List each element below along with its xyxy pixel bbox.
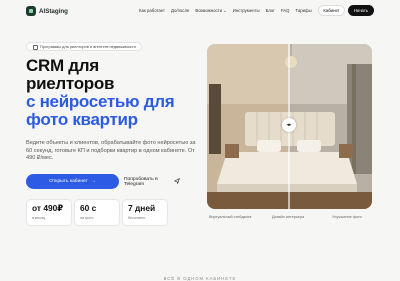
logo-icon [26,6,36,16]
nav-item-features[interactable]: Возможности ⌄ [195,8,226,14]
hero-description: Ведите объекты и клиентов, обрабатывайте… [26,140,196,162]
section-label: ВСЁ В ОДНОМ КАБИНЕТЕ [163,276,237,281]
caption-interior-design[interactable]: Дизайн интерьера [272,215,304,219]
cabinet-button[interactable]: Кабинет [318,5,345,16]
logo-text: AIStaging [39,7,68,15]
stat-trial: 7 дней бесплатно [122,199,168,226]
stat-value: от 490₽ [32,203,64,213]
nav-item-faq[interactable]: FAQ [281,8,290,14]
nav-item-tools[interactable]: Инструменты [233,8,260,14]
nav-item-how-it-works[interactable]: Как работает [139,8,165,14]
arrow-right-icon: → [90,179,96,184]
comparison-slider-handle[interactable]: ◂▸ [282,118,296,132]
stat-label: на фото [80,216,94,220]
telegram-button[interactable]: Попробовать в Telegram [124,174,180,189]
hero-title: CRM для риелторов с нейросетью для фото … [26,56,175,129]
hero-title-line-2: риелторов [26,74,115,93]
telegram-label: Попробовать в Telegram [124,176,158,187]
stat-price: от 490₽ в месяц [26,199,72,226]
badge-text: Программы для риелторов и агентств недви… [40,44,136,49]
arrows-horizontal-icon: ◂▸ [286,122,292,128]
audience-badge: Программы для риелторов и агентств недви… [26,42,142,51]
open-cabinet-button[interactable]: Открыть кабинет → [26,174,119,189]
hero-title-line-3: с нейросетью для [26,92,175,111]
send-icon [173,177,180,186]
stat-label: в месяц [32,216,46,220]
main-nav: Как работает До/после Возможности ⌄ Инст… [139,8,312,14]
start-button[interactable]: Начать [348,5,374,16]
stat-speed: 60 с на фото [74,199,120,226]
site-header: AIStaging Как работает До/после Возможно… [0,0,400,22]
caption-photo-enhance[interactable]: Улучшение фото [332,215,362,219]
nav-item-blog[interactable]: Блог [266,8,275,14]
nav-item-pricing[interactable]: Тарифы [295,8,311,14]
nav-item-before-after[interactable]: До/после [171,8,189,14]
hero-title-line-1: CRM для [26,56,99,75]
stat-label: бесплатно [128,216,146,220]
open-cabinet-label: Открыть кабинет [49,179,88,184]
logo[interactable]: AIStaging [26,6,68,16]
caption-virtual-staging[interactable]: Виртуальный стейджинг [209,215,252,219]
hero-title-line-4: фото квартир [26,110,138,129]
briefcase-icon [32,44,38,50]
stat-value: 60 с [80,203,97,213]
stat-value: 7 дней [128,203,156,213]
